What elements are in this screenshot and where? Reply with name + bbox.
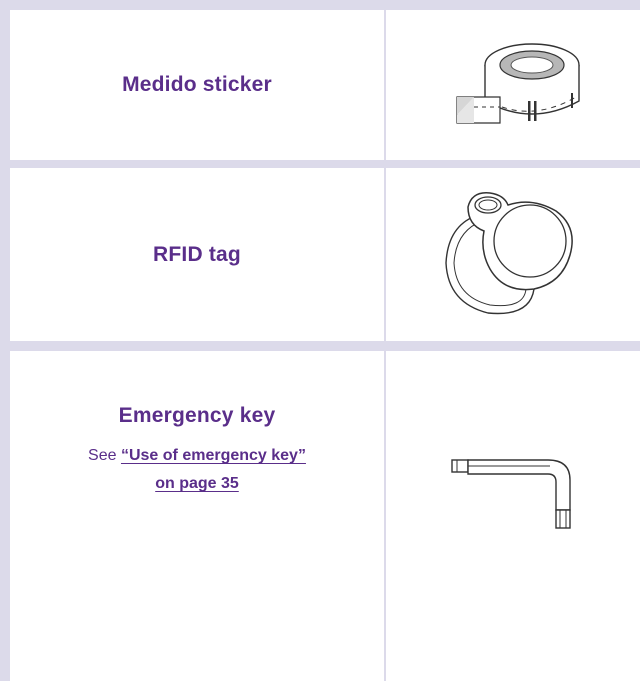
items-table: Medido sticker RFID tag Emergency key Se…: [0, 0, 640, 681]
table-row-key-image-cell: [386, 351, 640, 581]
table-row-sticker-label-cell: Medido sticker: [10, 10, 384, 160]
item-title: Emergency key: [118, 404, 276, 427]
table-left-border: [0, 0, 10, 681]
table-row-key-label-cell: Emergency key See “Use of emergency key”…: [10, 351, 384, 551]
table-row-rfid-label-cell: RFID tag: [10, 168, 384, 341]
sticker-roll-icon: [456, 43, 580, 124]
see-prefix: See: [88, 447, 121, 464]
rfid-tag-icon: [445, 191, 573, 314]
row-divider: [0, 341, 640, 351]
item-title: RFID tag: [153, 242, 241, 266]
cross-reference: See “Use of emergency key” on page 35: [88, 442, 306, 498]
emergency-key-page-link-line2[interactable]: on page 35: [155, 475, 239, 492]
table-row-sticker-image-cell: [386, 10, 640, 160]
row-divider: [0, 160, 640, 168]
emergency-key-page-link[interactable]: “Use of emergency key”: [121, 447, 306, 464]
table-top-border: [0, 0, 640, 10]
table-row-rfid-image-cell: [386, 168, 640, 341]
item-title: Medido sticker: [122, 73, 272, 96]
emergency-key-icon: [451, 459, 571, 529]
